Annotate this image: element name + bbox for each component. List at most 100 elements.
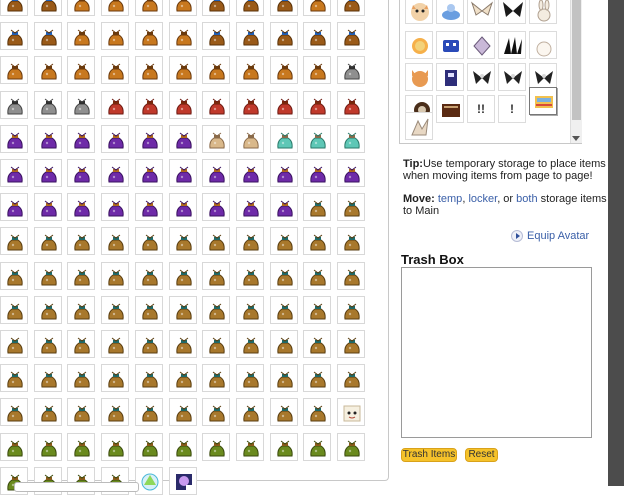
inventory-item-slot[interactable] [235, 398, 264, 427]
inventory-item-slot[interactable] [0, 432, 28, 461]
inventory-item-slot[interactable] [303, 398, 332, 427]
inventory-item-slot[interactable] [0, 295, 28, 324]
inventory-item-slot[interactable] [303, 364, 332, 393]
inventory-item-slot[interactable] [33, 56, 62, 85]
scroll-down-arrow-icon[interactable] [572, 136, 580, 141]
inventory-item-slot[interactable] [67, 261, 96, 290]
inventory-item-slot[interactable] [168, 90, 197, 119]
inventory-item-slot[interactable] [33, 124, 62, 153]
inventory-item-slot[interactable] [269, 295, 298, 324]
inventory-item-slot[interactable] [202, 432, 231, 461]
inventory-item-slot[interactable] [33, 193, 62, 222]
inventory-item-slot[interactable] [0, 364, 28, 393]
inventory-item-slot[interactable] [202, 90, 231, 119]
inventory-item-slot[interactable] [168, 159, 197, 187]
inventory-item-slot[interactable] [134, 364, 163, 393]
item-slot-feather-spikes[interactable] [498, 31, 526, 59]
inventory-item-slot[interactable] [202, 295, 231, 324]
inventory-item-slot[interactable] [269, 0, 298, 16]
inventory-item-slot[interactable] [67, 22, 96, 51]
inventory-item-slot[interactable] [303, 0, 332, 16]
inventory-item-slot[interactable] [235, 330, 264, 358]
inventory-item-slot[interactable] [0, 330, 28, 358]
inventory-item-slot[interactable] [269, 90, 298, 119]
inventory-item-slot[interactable] [134, 227, 163, 256]
inventory-item-slot[interactable] [337, 193, 365, 222]
reset-button[interactable]: Reset [465, 448, 498, 462]
inventory-item-slot[interactable] [134, 330, 163, 358]
trash-items-button[interactable]: Trash Items [401, 448, 457, 462]
inventory-item-slot[interactable] [101, 295, 130, 324]
inventory-item-slot[interactable] [168, 398, 197, 427]
inventory-item-slot[interactable] [269, 124, 298, 153]
inventory-item-slot[interactable] [303, 432, 332, 461]
inventory-item-slot[interactable] [168, 261, 197, 290]
inventory-item-slot[interactable] [134, 466, 163, 495]
inventory-item-slot[interactable] [67, 0, 96, 16]
inventory-item-slot[interactable] [303, 227, 332, 256]
inventory-item-slot[interactable] [101, 22, 130, 51]
move-both-link[interactable]: both [516, 193, 537, 205]
inventory-item-slot[interactable] [0, 193, 28, 222]
inventory-item-slot[interactable] [337, 261, 365, 290]
item-slot-blue-creature[interactable] [436, 0, 464, 24]
inventory-item-slot[interactable] [134, 124, 163, 153]
inventory-item-slot[interactable] [235, 22, 264, 51]
inventory-item-slot[interactable] [337, 295, 365, 324]
inventory-item-slot[interactable] [101, 159, 130, 187]
item-slot-moth-a[interactable] [467, 63, 495, 91]
pagination-strip[interactable] [14, 482, 139, 492]
inventory-item-slot[interactable] [101, 398, 130, 427]
item-slot-bus-selected[interactable] [529, 87, 557, 115]
inventory-item-slot[interactable] [202, 0, 231, 16]
inventory-item-slot[interactable] [202, 22, 231, 51]
inventory-item-slot[interactable] [101, 124, 130, 153]
inventory-item-slot[interactable] [67, 227, 96, 256]
inventory-item-slot[interactable] [0, 56, 28, 85]
inventory-item-slot[interactable] [337, 124, 365, 153]
inventory-item-slot[interactable] [303, 22, 332, 51]
inventory-item-slot[interactable] [235, 56, 264, 85]
inventory-item-slot[interactable] [33, 398, 62, 427]
inventory-item-slot[interactable] [0, 159, 28, 187]
inventory-item-slot[interactable] [101, 90, 130, 119]
inventory-item-slot[interactable] [134, 295, 163, 324]
inventory-item-slot[interactable] [168, 56, 197, 85]
inventory-item-slot[interactable] [337, 398, 365, 427]
inventory-item-slot[interactable] [269, 398, 298, 427]
item-slot-bang-single[interactable]: ! [498, 95, 526, 123]
item-slot-dark-wings[interactable] [498, 0, 526, 24]
inventory-item-slot[interactable] [67, 295, 96, 324]
inventory-item-slot[interactable] [134, 0, 163, 16]
move-locker-link[interactable]: locker [468, 193, 497, 205]
inventory-item-slot[interactable] [101, 330, 130, 358]
inventory-item-slot[interactable] [269, 432, 298, 461]
inventory-item-slot[interactable] [134, 159, 163, 187]
inventory-item-slot[interactable] [33, 22, 62, 51]
item-box-scrollbar[interactable] [570, 0, 582, 143]
inventory-item-slot[interactable] [0, 261, 28, 290]
inventory-item-slot[interactable] [269, 22, 298, 51]
inventory-item-slot[interactable] [0, 90, 28, 119]
inventory-item-slot[interactable] [202, 193, 231, 222]
inventory-item-slot[interactable] [303, 193, 332, 222]
item-slot-armor[interactable] [436, 63, 464, 91]
inventory-item-slot[interactable] [134, 432, 163, 461]
inventory-item-slot[interactable] [0, 124, 28, 153]
inventory-item-slot[interactable] [202, 56, 231, 85]
inventory-item-slot[interactable] [235, 364, 264, 393]
inventory-item-slot[interactable] [303, 261, 332, 290]
inventory-item-slot[interactable] [337, 22, 365, 51]
inventory-item-slot[interactable] [101, 261, 130, 290]
inventory-item-slot[interactable] [202, 227, 231, 256]
inventory-item-slot[interactable] [33, 227, 62, 256]
inventory-item-slot[interactable] [67, 193, 96, 222]
item-slot-bang[interactable]: !! [467, 95, 495, 123]
inventory-item-slot[interactable] [168, 364, 197, 393]
inventory-item-slot[interactable] [0, 227, 28, 256]
inventory-item-slot[interactable] [269, 261, 298, 290]
inventory-item-slot[interactable] [168, 22, 197, 51]
inventory-item-slot[interactable] [269, 159, 298, 187]
item-slot-fox[interactable] [405, 63, 433, 91]
inventory-item-slot[interactable] [235, 432, 264, 461]
